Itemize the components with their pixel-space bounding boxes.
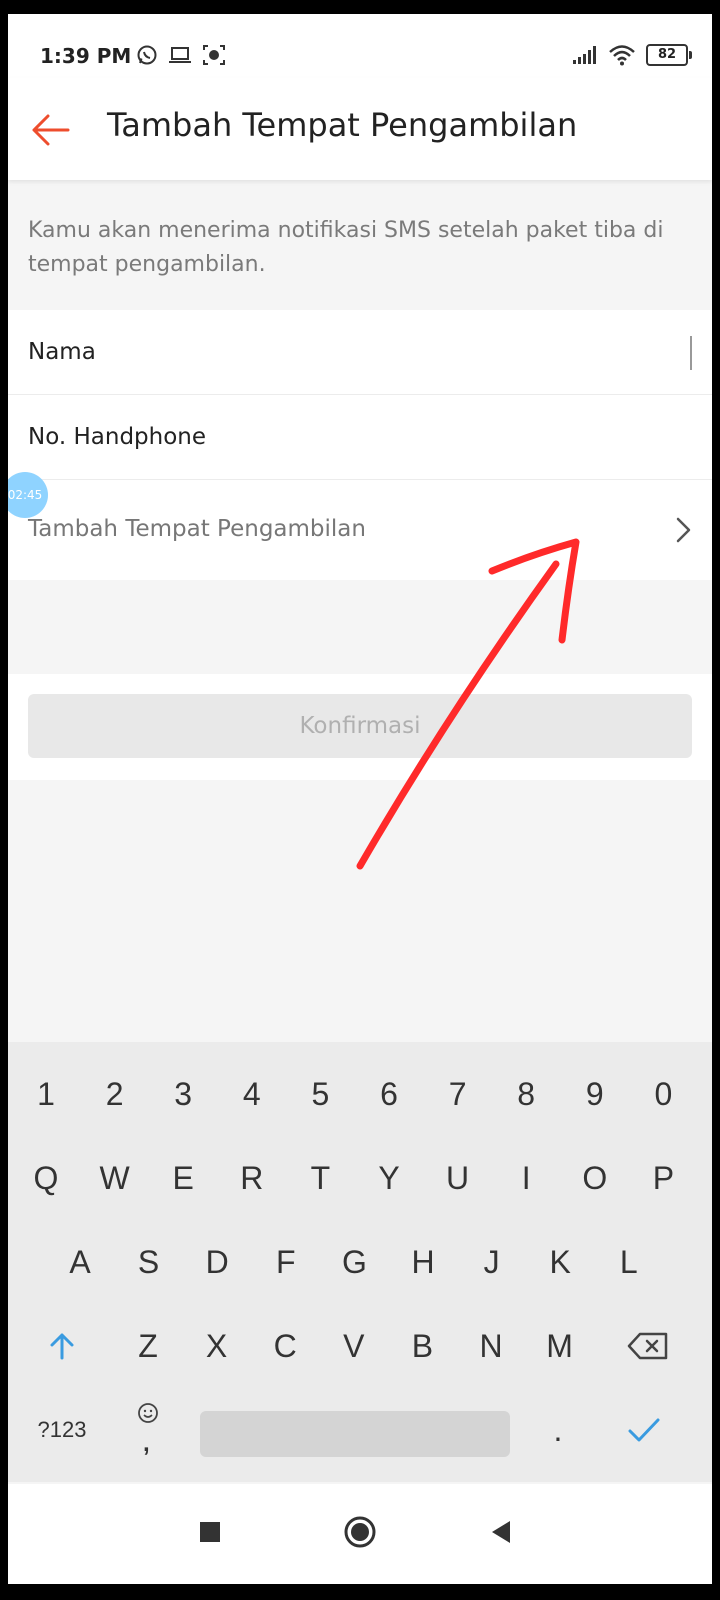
key-q[interactable]: Q <box>14 1142 78 1214</box>
key-w[interactable]: W <box>83 1142 147 1214</box>
key-b[interactable]: B <box>390 1310 454 1382</box>
shift-arrow-up-icon <box>50 1333 74 1360</box>
key-7[interactable]: 7 <box>426 1058 490 1130</box>
key-2[interactable]: 2 <box>83 1058 147 1130</box>
key-t[interactable]: T <box>288 1142 352 1214</box>
status-time: 1:39 PM <box>40 44 132 68</box>
phone-field[interactable]: No. Handphone <box>8 395 712 480</box>
arrow-left-icon[interactable] <box>28 108 72 152</box>
square-recent-icon[interactable] <box>188 1510 232 1554</box>
confirm-button[interactable]: Konfirmasi <box>28 694 692 758</box>
key-n[interactable]: N <box>459 1310 523 1382</box>
system-nav-bar <box>8 1484 712 1584</box>
key-e[interactable]: E <box>151 1142 215 1214</box>
key-l[interactable]: L <box>597 1226 661 1298</box>
symbols-key[interactable]: ?123 <box>30 1394 94 1466</box>
key-k[interactable]: K <box>528 1226 592 1298</box>
key-s[interactable]: S <box>117 1226 181 1298</box>
key-y[interactable]: Y <box>357 1142 421 1214</box>
key-o[interactable]: O <box>563 1142 627 1214</box>
comma-label: , <box>143 1430 150 1457</box>
keyboard-row-2: ASDFGHJKL <box>8 1226 712 1310</box>
add-pickup-location-row[interactable]: Tambah Tempat Pengambilan <box>8 480 712 580</box>
key-p[interactable]: P <box>631 1142 695 1214</box>
shift-key[interactable] <box>30 1310 94 1382</box>
key-4[interactable]: 4 <box>220 1058 284 1130</box>
add-pickup-location-label: Tambah Tempat Pengambilan <box>28 516 366 542</box>
emoji-comma-key[interactable]: , <box>116 1394 180 1466</box>
key-0[interactable]: 0 <box>631 1058 695 1130</box>
key-5[interactable]: 5 <box>288 1058 352 1130</box>
key-z[interactable]: Z <box>116 1310 180 1382</box>
keyboard-row-1: QWERTYUIOP <box>8 1142 712 1226</box>
checkmark-icon <box>628 1418 660 1442</box>
signal-icon <box>573 46 596 64</box>
pickup-form: Nama No. Handphone Tambah Tempat Pengamb… <box>8 310 712 580</box>
key-a[interactable]: A <box>48 1226 112 1298</box>
key-x[interactable]: X <box>185 1310 249 1382</box>
app-header: Tambah Tempat Pengambilan <box>8 78 712 180</box>
key-d[interactable]: D <box>185 1226 249 1298</box>
phone-label: No. Handphone <box>28 424 207 450</box>
battery-icon: 82 <box>646 44 692 66</box>
keyboard-row-bottom: ?123 , . <box>8 1394 712 1478</box>
screen-record-icon <box>203 45 225 65</box>
triangle-back-icon[interactable] <box>480 1510 524 1554</box>
sms-notice: Kamu akan menerima notifikasi SMS setela… <box>28 218 664 277</box>
page-title: Tambah Tempat Pengambilan <box>107 106 578 144</box>
key-3[interactable]: 3 <box>151 1058 215 1130</box>
key-m[interactable]: M <box>528 1310 592 1382</box>
backspace-icon <box>627 1332 668 1360</box>
text-caret <box>690 336 692 370</box>
key-v[interactable]: V <box>322 1310 386 1382</box>
chevron-right-icon <box>676 517 691 543</box>
key-8[interactable]: 8 <box>494 1058 558 1130</box>
wifi-icon <box>609 45 635 66</box>
soft-keyboard: 1234567890 QWERTYUIOP ASDFGHJKL ZXCVBNM … <box>8 1042 712 1482</box>
keyboard-number-row: 1234567890 <box>8 1058 712 1142</box>
key-1[interactable]: 1 <box>14 1058 78 1130</box>
laptop-icon <box>169 47 191 63</box>
period-key[interactable]: . <box>526 1394 590 1466</box>
key-9[interactable]: 9 <box>563 1058 627 1130</box>
spacebar-key[interactable] <box>200 1411 510 1457</box>
key-h[interactable]: H <box>391 1226 455 1298</box>
phone-screen: 1:39 PM 82 Tambah Tempat Pengambilan Kam… <box>8 14 712 1584</box>
circle-home-icon[interactable] <box>338 1510 382 1554</box>
key-6[interactable]: 6 <box>357 1058 421 1130</box>
key-f[interactable]: F <box>254 1226 318 1298</box>
status-bar: 1:39 PM 82 <box>8 14 712 78</box>
backspace-key[interactable] <box>616 1310 680 1382</box>
name-field[interactable]: Nama <box>8 310 712 395</box>
key-g[interactable]: G <box>322 1226 386 1298</box>
key-r[interactable]: R <box>220 1142 284 1214</box>
key-u[interactable]: U <box>426 1142 490 1214</box>
whatsapp-icon <box>137 45 157 65</box>
key-j[interactable]: J <box>460 1226 524 1298</box>
keyboard-row-3: ZXCVBNM <box>8 1310 712 1394</box>
name-label: Nama <box>28 339 96 365</box>
key-c[interactable]: C <box>253 1310 317 1382</box>
confirm-section: Konfirmasi <box>8 674 712 780</box>
enter-key[interactable] <box>612 1394 676 1466</box>
key-i[interactable]: I <box>494 1142 558 1214</box>
